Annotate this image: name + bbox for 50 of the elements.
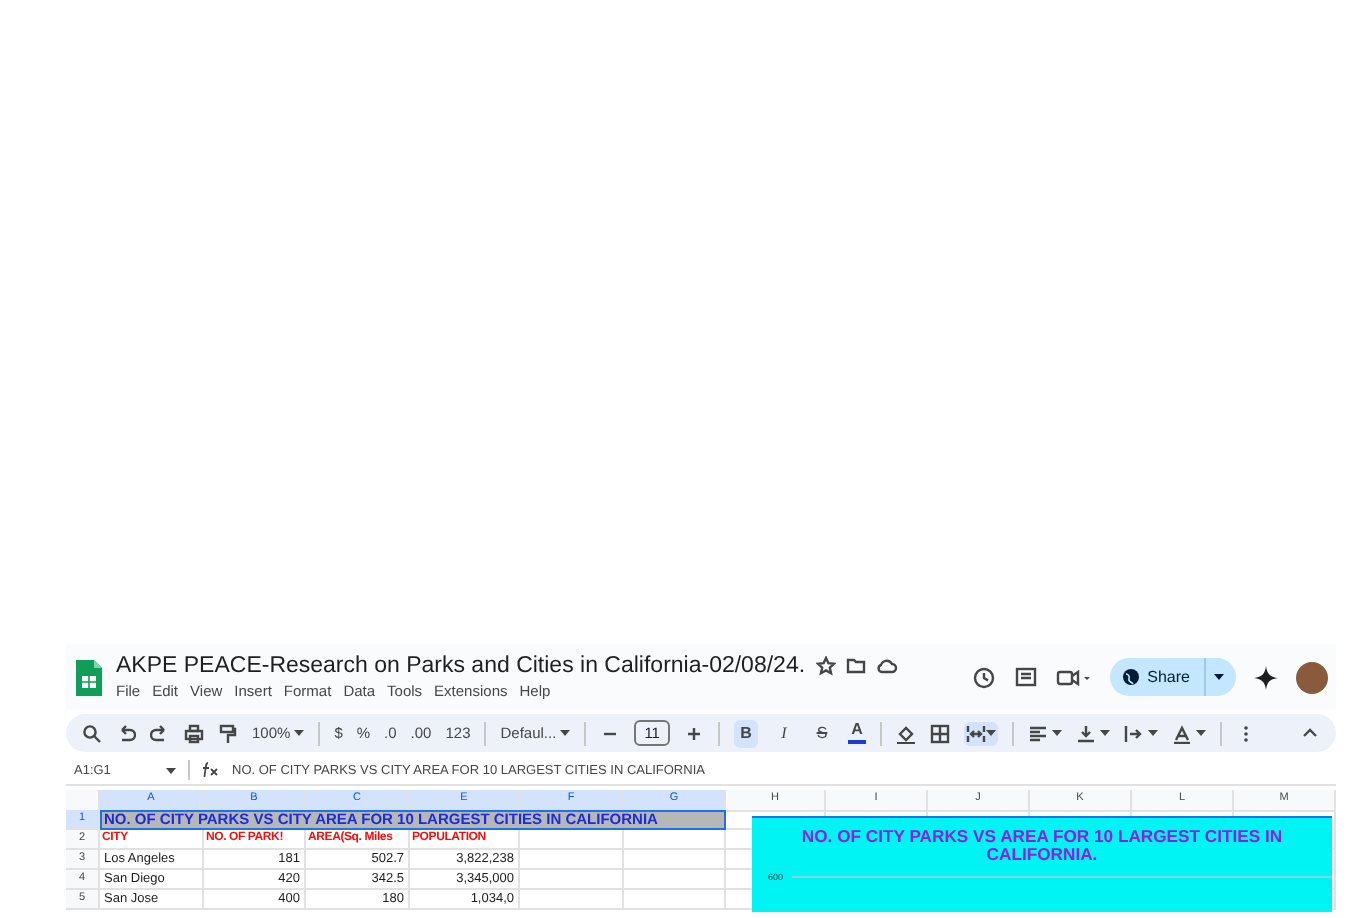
- caret-icon: [294, 730, 305, 736]
- star-icon[interactable]: [815, 656, 836, 676]
- vertical-align-icon: [1075, 723, 1096, 743]
- merge-icon: [965, 723, 986, 743]
- text-rotation-dropdown[interactable]: [1171, 723, 1206, 743]
- plus-icon[interactable]: [683, 723, 704, 743]
- cloud-icon[interactable]: [875, 656, 898, 676]
- caret-icon: [560, 730, 571, 736]
- empty-cell: [520, 870, 624, 890]
- corner-cell[interactable]: [66, 790, 100, 812]
- empty-cell: [520, 850, 624, 870]
- folder-icon[interactable]: [845, 656, 866, 676]
- caret-icon: [1214, 674, 1224, 680]
- vertical-align-dropdown[interactable]: [1075, 723, 1110, 743]
- merge-cells-button[interactable]: [963, 721, 998, 745]
- document-title[interactable]: AKPE PEACE-Research on Parks and Cities in California-02/08/24.: [116, 654, 806, 678]
- fill-color-icon[interactable]: [895, 723, 916, 743]
- italic-button[interactable]: I: [771, 719, 796, 747]
- strikethrough-button[interactable]: S: [809, 719, 834, 747]
- align-left-icon: [1027, 723, 1048, 743]
- caret-icon: [1147, 730, 1158, 736]
- caret-icon: [1195, 730, 1206, 736]
- avatar[interactable]: [1296, 661, 1328, 693]
- text-wrap-dropdown[interactable]: [1123, 723, 1158, 743]
- align-left-dropdown[interactable]: [1027, 723, 1062, 743]
- undo-icon[interactable]: [116, 723, 136, 743]
- paint-format-icon[interactable]: [218, 723, 238, 743]
- history-icon[interactable]: [971, 665, 996, 689]
- empty-cell: [520, 890, 624, 910]
- search-icon[interactable]: [82, 723, 102, 743]
- borders-icon[interactable]: [929, 723, 950, 743]
- caret-icon: [1051, 730, 1062, 736]
- empty-cell: [520, 830, 624, 850]
- caret-icon[interactable]: [166, 767, 176, 773]
- comment-icon[interactable]: [1013, 665, 1038, 689]
- video-camera-icon[interactable]: [1055, 665, 1092, 689]
- sheets-logo-icon[interactable]: [74, 657, 104, 697]
- caret-icon: [1099, 730, 1110, 736]
- print-icon[interactable]: [184, 723, 204, 743]
- text-rotation-icon: [1171, 723, 1192, 743]
- sparkle-icon[interactable]: [1254, 665, 1278, 689]
- share-button[interactable]: Share: [1109, 658, 1236, 696]
- text-wrap-icon: [1123, 723, 1144, 743]
- text-color-button[interactable]: A: [847, 722, 866, 744]
- globe-icon: [1121, 668, 1140, 686]
- caret-icon: [985, 730, 996, 736]
- bold-button[interactable]: B: [733, 719, 758, 747]
- redo-icon[interactable]: [150, 723, 170, 743]
- chart-title: NO. OF CITY PARKS VS AREA FOR 10 LARGEST CITIES IN CALIFORNIA.: [799, 824, 1285, 864]
- function-icon: [202, 760, 220, 780]
